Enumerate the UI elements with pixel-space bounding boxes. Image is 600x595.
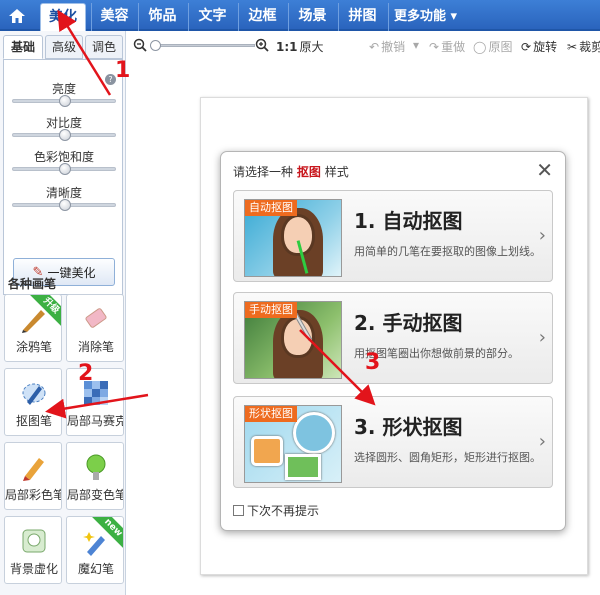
option-description: 选择圆形、圆角矩形，矩形进行抠图。 bbox=[354, 451, 541, 464]
brush-label: 魔幻笔 bbox=[77, 562, 114, 576]
original-image-button[interactable]: ◯ 原图 bbox=[473, 38, 512, 55]
brush-local-color[interactable]: 局部彩色笔 bbox=[4, 442, 62, 510]
redo-label: 重做 bbox=[441, 40, 466, 54]
brush-mosaic[interactable]: 局部马赛克 bbox=[66, 368, 124, 436]
redo-button[interactable]: ↷ 重做 bbox=[429, 38, 465, 55]
adjustment-box: ? 亮度 对比度 色彩饱和度 清晰度 ✎ 一键美化 bbox=[3, 59, 123, 295]
brightness-slider[interactable] bbox=[12, 95, 116, 107]
brush-label: 局部变色笔 bbox=[67, 488, 124, 502]
brush-cutout[interactable]: 抠图笔 bbox=[4, 368, 62, 436]
original-image-icon: ◯ bbox=[473, 39, 487, 54]
dont-show-again-label: 下次不再提示 bbox=[247, 504, 320, 518]
option-tag: 自动抠图 bbox=[245, 200, 297, 216]
annotation-number-2: 2 bbox=[78, 361, 94, 386]
tab-frame[interactable]: 边框 bbox=[238, 3, 286, 31]
tab-accessories[interactable]: 饰品 bbox=[138, 3, 186, 31]
top-nav: 美化 美容 饰品 文字 边框 场景 拼图 更多功能 ▾ bbox=[0, 0, 600, 31]
tab-more-features[interactable]: 更多功能 ▾ bbox=[388, 3, 462, 31]
brush-eraser[interactable]: 消除笔 bbox=[66, 294, 124, 362]
zoom-knob[interactable] bbox=[150, 40, 161, 51]
color-brush-icon bbox=[18, 451, 50, 483]
undo-label: 撤销 bbox=[381, 40, 406, 54]
option-shape-cutout[interactable]: 形状抠图 3. 形状抠图 选择圆形、圆角矩形，矩形进行抠图。 › bbox=[233, 396, 553, 488]
brushes-section-title: 各种画笔 bbox=[8, 277, 57, 291]
zoom-slider[interactable] bbox=[150, 40, 255, 51]
cutout-style-dialog: 请选择一种 抠图 样式 ✕ 自动抠图 1. 自动抠图 用简单的几笔在要抠取的图像… bbox=[220, 151, 566, 531]
brush-magic[interactable]: new 魔幻笔 bbox=[66, 516, 124, 584]
option-manual-cutout[interactable]: 手动抠图 2. 手动抠图 用抠图笔圈出你想做前景的部分。 › bbox=[233, 292, 553, 384]
shape-cutout-thumbnail: 形状抠图 bbox=[244, 405, 342, 483]
option-tag: 手动抠图 bbox=[245, 302, 297, 318]
manual-cutout-thumbnail: 手动抠图 bbox=[244, 301, 342, 379]
option-title: 3. 形状抠图 bbox=[354, 415, 463, 439]
original-image-label: 原图 bbox=[488, 40, 513, 54]
undo-button[interactable]: ↶ 撤销 bbox=[369, 38, 405, 55]
brush-label: 抠图笔 bbox=[15, 414, 52, 428]
subtab-color[interactable]: 调色 bbox=[85, 35, 123, 59]
crop-button[interactable]: ✂ 裁剪 bbox=[567, 38, 600, 55]
option-title: 1. 自动抠图 bbox=[354, 209, 463, 233]
chevron-right-icon: › bbox=[538, 225, 546, 246]
brush-doodle[interactable]: 升级 涂鸦笔 bbox=[4, 294, 62, 362]
color-change-icon bbox=[80, 451, 112, 483]
zoom-out-icon[interactable] bbox=[133, 38, 147, 52]
tab-collage[interactable]: 拼图 bbox=[338, 3, 386, 31]
crop-label: 裁剪 bbox=[579, 40, 600, 54]
rotate-button[interactable]: ⟳ 旋转 bbox=[521, 38, 557, 55]
brush-background-blur[interactable]: 背景虚化 bbox=[4, 516, 62, 584]
chevron-right-icon: › bbox=[538, 327, 546, 348]
annotation-number-1: 1 bbox=[115, 58, 131, 83]
saturation-slider[interactable] bbox=[12, 163, 116, 175]
rotate-label: 旋转 bbox=[533, 40, 558, 54]
eraser-icon bbox=[80, 303, 112, 335]
brush-label: 背景虚化 bbox=[9, 562, 58, 576]
toolbar: 1:1 原大 ↶ 撤销 ▾ ↷ 重做 ◯ 原图 ⟳ 旋转 ✂ 裁剪 bbox=[127, 33, 600, 59]
dont-show-again[interactable]: 下次不再提示 bbox=[233, 502, 319, 519]
tab-beautify[interactable]: 美化 bbox=[40, 3, 86, 31]
brush-label: 涂鸦笔 bbox=[15, 340, 52, 354]
subtab-basic[interactable]: 基础 bbox=[3, 35, 43, 59]
home-icon[interactable] bbox=[2, 3, 32, 28]
dialog-title-highlight: 抠图 bbox=[296, 165, 321, 179]
sharpness-knob[interactable] bbox=[59, 199, 71, 211]
brush-local-color-change[interactable]: 局部变色笔 bbox=[66, 442, 124, 510]
dialog-title: 请选择一种 抠图 样式 bbox=[233, 163, 349, 180]
sharpness-slider[interactable] bbox=[12, 199, 116, 211]
brightness-knob[interactable] bbox=[59, 95, 71, 107]
option-title: 2. 手动抠图 bbox=[354, 311, 463, 335]
undo-icon: ↶ bbox=[369, 39, 380, 54]
zoom-ratio: 1:1 bbox=[276, 39, 298, 54]
brush-label: 消除笔 bbox=[77, 340, 114, 354]
original-size-label: 原大 bbox=[299, 40, 324, 54]
option-tag: 形状抠图 bbox=[245, 406, 297, 422]
crop-icon: ✂ bbox=[567, 39, 578, 54]
undo-dropdown-icon[interactable]: ▾ bbox=[413, 38, 419, 52]
close-icon[interactable]: ✕ bbox=[536, 158, 553, 182]
cutout-pen-icon bbox=[18, 377, 50, 409]
tab-text[interactable]: 文字 bbox=[188, 3, 236, 31]
brush-label: 局部彩色笔 bbox=[5, 488, 62, 502]
tab-scene[interactable]: 场景 bbox=[288, 3, 336, 31]
subtab-advanced[interactable]: 高级 bbox=[45, 35, 83, 59]
chevron-right-icon: › bbox=[538, 431, 546, 452]
tab-makeup[interactable]: 美容 bbox=[91, 3, 137, 31]
redo-icon: ↷ bbox=[429, 39, 440, 54]
left-panel: 基础 高级 调色 ? 亮度 对比度 色彩饱和度 清晰度 ✎ 一键美化 各种画笔 … bbox=[0, 31, 126, 595]
saturation-knob[interactable] bbox=[59, 163, 71, 175]
auto-cutout-thumbnail: 自动抠图 bbox=[244, 199, 342, 277]
contrast-knob[interactable] bbox=[59, 129, 71, 141]
annotation-number-3: 3 bbox=[365, 350, 381, 375]
brush-label: 局部马赛克 bbox=[67, 414, 124, 428]
blur-background-icon bbox=[18, 525, 50, 557]
dialog-title-suffix: 样式 bbox=[324, 165, 349, 179]
option-auto-cutout[interactable]: 自动抠图 1. 自动抠图 用简单的几笔在要抠取的图像上划线。 › bbox=[233, 190, 553, 282]
contrast-slider[interactable] bbox=[12, 129, 116, 141]
original-size-button[interactable]: 1:1 原大 bbox=[276, 38, 324, 55]
option-description: 用简单的几笔在要抠取的图像上划线。 bbox=[354, 245, 541, 258]
dont-show-again-checkbox[interactable] bbox=[233, 505, 244, 516]
dialog-title-prefix: 请选择一种 bbox=[233, 165, 294, 179]
zoom-in-icon[interactable] bbox=[255, 38, 269, 52]
rotate-icon: ⟳ bbox=[521, 39, 532, 54]
